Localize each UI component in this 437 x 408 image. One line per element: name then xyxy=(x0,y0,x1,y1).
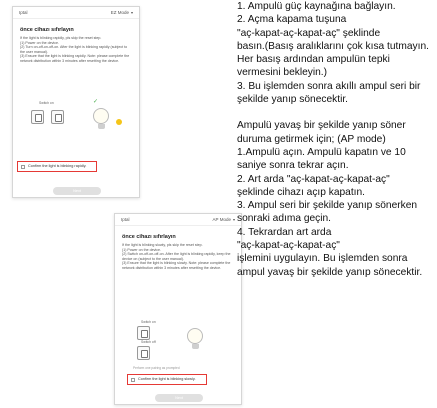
instruction-line: sonraki adıma geçin. xyxy=(237,213,332,225)
next-button[interactable]: Next xyxy=(53,187,101,195)
reset-step-2: (2) Turn on-off-on-off-on. After the lig… xyxy=(20,45,128,54)
switch-illustration: Switch on ✓ xyxy=(21,99,133,149)
cancel-link[interactable]: Iptal xyxy=(121,217,130,222)
check-icon: ✓ xyxy=(93,99,99,105)
reset-step-3: (3) Ensure that the light is blinking sl… xyxy=(122,261,231,270)
blink-help-text: Perform one pairing as prompted xyxy=(133,366,180,370)
mode-label: AP Mode xyxy=(212,217,231,222)
instruction-line: "aç-kapat-aç-kapat-aç" şeklinde xyxy=(237,27,381,39)
switch-on-icon xyxy=(137,346,150,360)
confirm-checkbox[interactable] xyxy=(21,164,25,169)
instruction-line: 4. Tekrardan art arda xyxy=(237,226,332,238)
instruction-line: 1. Ampulü güç kaynağına bağlayın. xyxy=(237,1,396,12)
mode-switch[interactable]: AP Mode ▾ xyxy=(213,217,235,222)
bulb-base xyxy=(97,124,105,129)
blink-indicator-icon xyxy=(116,119,122,125)
mode-label: EZ Mode xyxy=(110,10,129,15)
reset-title: önce cihazı sıfırlayın xyxy=(20,27,74,33)
instruction-line: 2. Açma kapama tuşuna xyxy=(237,14,347,26)
instruction-line: ampul yavaş bir şekilde yanıp sönecektir… xyxy=(237,266,423,278)
bulb-icon xyxy=(187,328,203,344)
confirm-blinking-row[interactable]: Confirm the light is blinking slowly. xyxy=(127,374,207,385)
instruction-line: şekilde yanıp sönecektir. xyxy=(237,94,348,106)
instruction-line: vermesini bekleyin.) xyxy=(237,67,328,79)
reset-title: önce cihazı sıfırlayın xyxy=(122,234,176,240)
instruction-line: saniye sonra tekrar açın. xyxy=(237,160,349,172)
top-bar: Iptal AP Mode ▾ xyxy=(115,214,241,226)
instructions-text: 1. Ampulü güç kaynağına bağlayın. 2. Açm… xyxy=(237,0,437,279)
instruction-line: işlemini uygulayın. Bu işlemden sonra xyxy=(237,253,408,265)
instruction-line: duruma getirmek için; (AP mode) xyxy=(237,133,386,145)
switch-on-icon xyxy=(51,110,64,124)
phone-screen-ap-mode: Iptal AP Mode ▾ önce cihazı sıfırlayın I… xyxy=(114,213,242,405)
instruction-line: basın.(Basış aralıklarını çok kısa tutma… xyxy=(237,40,429,52)
mode-switch[interactable]: EZ Mode ▾ xyxy=(111,10,133,15)
bulb-base xyxy=(191,344,199,349)
switch-off-label: Switch off xyxy=(141,340,156,344)
switch-off-icon xyxy=(137,326,150,340)
confirm-checkbox[interactable] xyxy=(131,377,135,382)
reset-content: önce cihazı sıfırlayın If the light is b… xyxy=(13,19,139,64)
next-button[interactable]: Next xyxy=(155,394,203,402)
reset-content: önce cihazı sıfırlayın If the light is b… xyxy=(115,226,241,271)
instruction-line: Her basış ardından ampulün tepki xyxy=(237,54,390,66)
chevron-down-icon: ▾ xyxy=(130,10,133,15)
instruction-line: 3. Ampul seri bir şekilde yanıp sönerken xyxy=(237,200,418,212)
instruction-line: 2. Art arda "aç-kapat-aç-kapat-aç" xyxy=(237,173,390,185)
instruction-line: şeklinde cihazı açıp kapatın. xyxy=(237,186,365,198)
phone-screen-ez-mode: Iptal EZ Mode ▾ önce cihazı sıfırlayın I… xyxy=(12,6,140,198)
reset-step-2: (2) Switch on-off-on-off-on. After the l… xyxy=(122,252,231,261)
switch-on-label: Switch on xyxy=(39,101,54,105)
switch-off-icon xyxy=(31,110,44,124)
instruction-line: 3. Bu işlemden sonra akıllı ampul seri b… xyxy=(237,80,421,92)
instruction-line: Ampulü yavaş bir şekilde yanıp söner xyxy=(237,120,406,132)
top-bar: Iptal EZ Mode ▾ xyxy=(13,7,139,19)
switch-illustration: Switch on Switch off xyxy=(123,320,235,368)
switch-on-label: Switch on xyxy=(141,320,156,324)
instruction-line: "aç-kapat-aç-kapat-aç" xyxy=(237,240,340,252)
instruction-line: 1.Ampulü açın. Ampulü kapatın ve 10 xyxy=(237,146,406,158)
reset-step-3: (3) Ensure that the light is blinking ra… xyxy=(20,54,130,63)
bulb-icon xyxy=(93,108,109,124)
chevron-down-icon: ▾ xyxy=(232,217,235,222)
confirm-text: Confirm the light is blinking slowly. xyxy=(138,377,196,381)
cancel-link[interactable]: Iptal xyxy=(19,10,28,15)
confirm-blinking-row[interactable]: Confirm the light is blinking rapidly. xyxy=(17,161,97,172)
confirm-text: Confirm the light is blinking rapidly. xyxy=(28,164,87,168)
